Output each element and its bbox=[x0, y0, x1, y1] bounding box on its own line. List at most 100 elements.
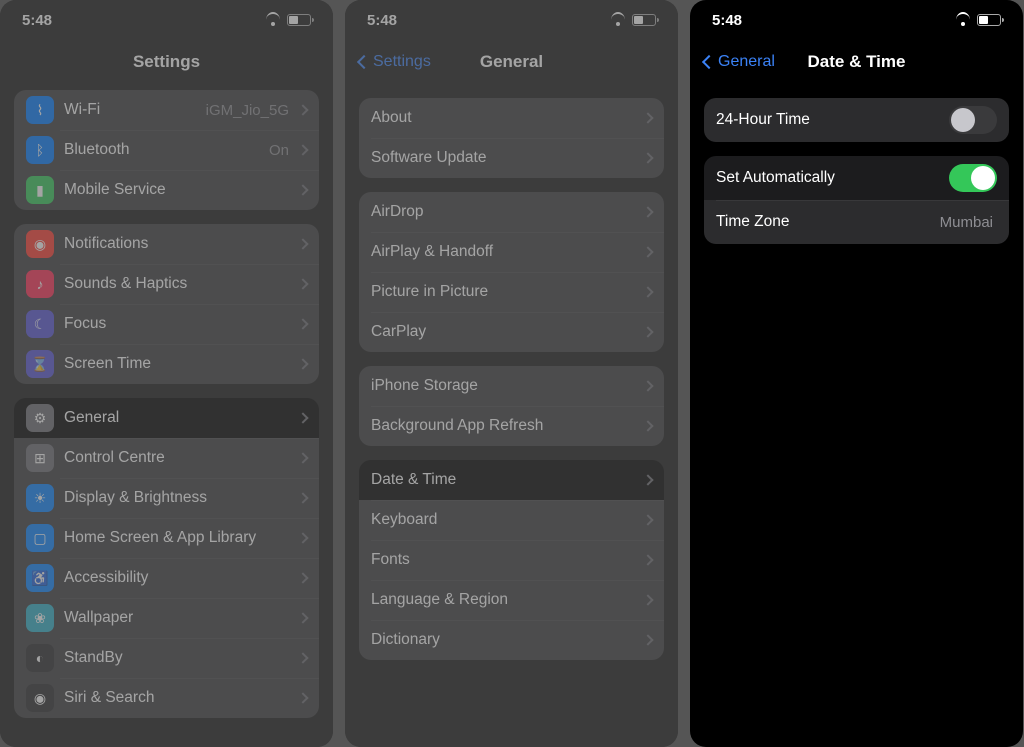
toggle-set-automatically[interactable] bbox=[949, 164, 997, 192]
flower-icon: ❀ bbox=[26, 604, 54, 632]
row-wifi[interactable]: ⌇ Wi-Fi iGM_Jio_5G bbox=[14, 90, 319, 130]
gear-icon: ⚙ bbox=[26, 404, 54, 432]
chevron-right-icon bbox=[297, 238, 308, 249]
chevron-right-icon bbox=[642, 246, 653, 257]
row-general[interactable]: ⚙ General bbox=[14, 398, 319, 438]
row-control-centre[interactable]: ⊞ Control Centre bbox=[14, 438, 319, 478]
row-label: General bbox=[64, 409, 293, 427]
chevron-right-icon bbox=[297, 492, 308, 503]
wifi-icon: ⌇ bbox=[26, 96, 54, 124]
row-screentime[interactable]: ⌛ Screen Time bbox=[14, 344, 319, 384]
status-bar: 5:48 bbox=[345, 0, 678, 40]
row-label: Date & Time bbox=[371, 471, 638, 489]
row-label: Fonts bbox=[371, 551, 638, 569]
row-carplay[interactable]: CarPlay bbox=[359, 312, 664, 352]
row-24h-time[interactable]: 24-Hour Time bbox=[704, 98, 1009, 142]
row-sounds[interactable]: ♪ Sounds & Haptics bbox=[14, 264, 319, 304]
moon-icon: ☾ bbox=[26, 310, 54, 338]
accessibility-icon: ♿ bbox=[26, 564, 54, 592]
apps-icon: ▢ bbox=[26, 524, 54, 552]
page-title: Settings bbox=[133, 52, 200, 72]
row-pip[interactable]: Picture in Picture bbox=[359, 272, 664, 312]
row-home-screen[interactable]: ▢ Home Screen & App Library bbox=[14, 518, 319, 558]
row-label: Display & Brightness bbox=[64, 489, 293, 507]
chevron-right-icon bbox=[642, 514, 653, 525]
row-label: Mobile Service bbox=[64, 181, 293, 199]
row-wallpaper[interactable]: ❀ Wallpaper bbox=[14, 598, 319, 638]
back-button[interactable]: General bbox=[704, 53, 775, 71]
status-time: 5:48 bbox=[22, 12, 52, 29]
chevron-right-icon bbox=[297, 532, 308, 543]
chevron-right-icon bbox=[297, 144, 308, 155]
chevron-right-icon bbox=[297, 318, 308, 329]
row-label: Control Centre bbox=[64, 449, 293, 467]
row-bluetooth[interactable]: ᛒ Bluetooth On bbox=[14, 130, 319, 170]
group-storage: iPhone Storage Background App Refresh bbox=[359, 366, 664, 446]
chevron-right-icon bbox=[642, 420, 653, 431]
clock-icon: ◐ bbox=[26, 644, 54, 672]
speaker-icon: ♪ bbox=[26, 270, 54, 298]
row-label: Sounds & Haptics bbox=[64, 275, 293, 293]
hourglass-icon: ⌛ bbox=[26, 350, 54, 378]
row-fonts[interactable]: Fonts bbox=[359, 540, 664, 580]
chevron-right-icon bbox=[642, 634, 653, 645]
row-siri[interactable]: ◉ Siri & Search bbox=[14, 678, 319, 718]
screen-settings: 5:48 Settings ⌇ Wi-Fi iGM_Jio_5G ᛒ Bluet… bbox=[0, 0, 333, 747]
chevron-right-icon bbox=[642, 594, 653, 605]
battery-icon bbox=[632, 14, 656, 26]
row-mobile-service[interactable]: ▮ Mobile Service bbox=[14, 170, 319, 210]
row-value: iGM_Jio_5G bbox=[206, 102, 289, 119]
row-accessibility[interactable]: ♿ Accessibility bbox=[14, 558, 319, 598]
row-standby[interactable]: ◐ StandBy bbox=[14, 638, 319, 678]
battery-icon bbox=[977, 14, 1001, 26]
chevron-right-icon bbox=[642, 326, 653, 337]
row-label: Accessibility bbox=[64, 569, 293, 587]
toggle-24h[interactable] bbox=[949, 106, 997, 134]
nav-bar: Settings General bbox=[345, 40, 678, 84]
chevron-right-icon bbox=[642, 112, 653, 123]
row-label: AirPlay & Handoff bbox=[371, 243, 638, 261]
group-24h: 24-Hour Time bbox=[704, 98, 1009, 142]
nav-bar: Settings bbox=[0, 40, 333, 84]
row-label: Software Update bbox=[371, 149, 638, 167]
row-label: Bluetooth bbox=[64, 141, 269, 159]
group-device: ⚙ General ⊞ Control Centre ☀ Display & B… bbox=[14, 398, 319, 718]
row-label: Language & Region bbox=[371, 591, 638, 609]
chevron-right-icon bbox=[297, 278, 308, 289]
row-airplay[interactable]: AirPlay & Handoff bbox=[359, 232, 664, 272]
chevron-right-icon bbox=[642, 380, 653, 391]
row-date-time[interactable]: Date & Time bbox=[359, 460, 664, 500]
settings-list[interactable]: ⌇ Wi-Fi iGM_Jio_5G ᛒ Bluetooth On ▮ Mobi… bbox=[0, 84, 333, 747]
group-sharing: AirDrop AirPlay & Handoff Picture in Pic… bbox=[359, 192, 664, 352]
row-focus[interactable]: ☾ Focus bbox=[14, 304, 319, 344]
row-storage[interactable]: iPhone Storage bbox=[359, 366, 664, 406]
chevron-right-icon bbox=[297, 184, 308, 195]
back-button[interactable]: Settings bbox=[359, 53, 431, 71]
row-airdrop[interactable]: AirDrop bbox=[359, 192, 664, 232]
row-notifications[interactable]: ◉ Notifications bbox=[14, 224, 319, 264]
row-display[interactable]: ☀ Display & Brightness bbox=[14, 478, 319, 518]
screen-date-time: 5:48 General Date & Time 24-Hour Time Se… bbox=[690, 0, 1023, 747]
row-timezone[interactable]: Time Zone Mumbai bbox=[704, 200, 1009, 244]
row-label: Set Automatically bbox=[716, 169, 949, 187]
row-label: Dictionary bbox=[371, 631, 638, 649]
wifi-icon bbox=[955, 14, 971, 26]
chevron-left-icon bbox=[702, 55, 716, 69]
chevron-right-icon bbox=[642, 554, 653, 565]
datetime-list[interactable]: 24-Hour Time Set Automatically Time Zone… bbox=[690, 84, 1023, 747]
row-keyboard[interactable]: Keyboard bbox=[359, 500, 664, 540]
row-language-region[interactable]: Language & Region bbox=[359, 580, 664, 620]
nav-bar: General Date & Time bbox=[690, 40, 1023, 84]
row-software-update[interactable]: Software Update bbox=[359, 138, 664, 178]
wifi-icon bbox=[265, 14, 281, 26]
chevron-right-icon bbox=[297, 572, 308, 583]
row-about[interactable]: About bbox=[359, 98, 664, 138]
status-right bbox=[955, 14, 1001, 26]
row-set-automatically[interactable]: Set Automatically bbox=[704, 156, 1009, 200]
general-list[interactable]: About Software Update AirDrop AirPlay & … bbox=[345, 84, 678, 747]
bell-icon: ◉ bbox=[26, 230, 54, 258]
row-bg-refresh[interactable]: Background App Refresh bbox=[359, 406, 664, 446]
row-dictionary[interactable]: Dictionary bbox=[359, 620, 664, 660]
row-label: Keyboard bbox=[371, 511, 638, 529]
group-system: Date & Time Keyboard Fonts Language & Re… bbox=[359, 460, 664, 660]
